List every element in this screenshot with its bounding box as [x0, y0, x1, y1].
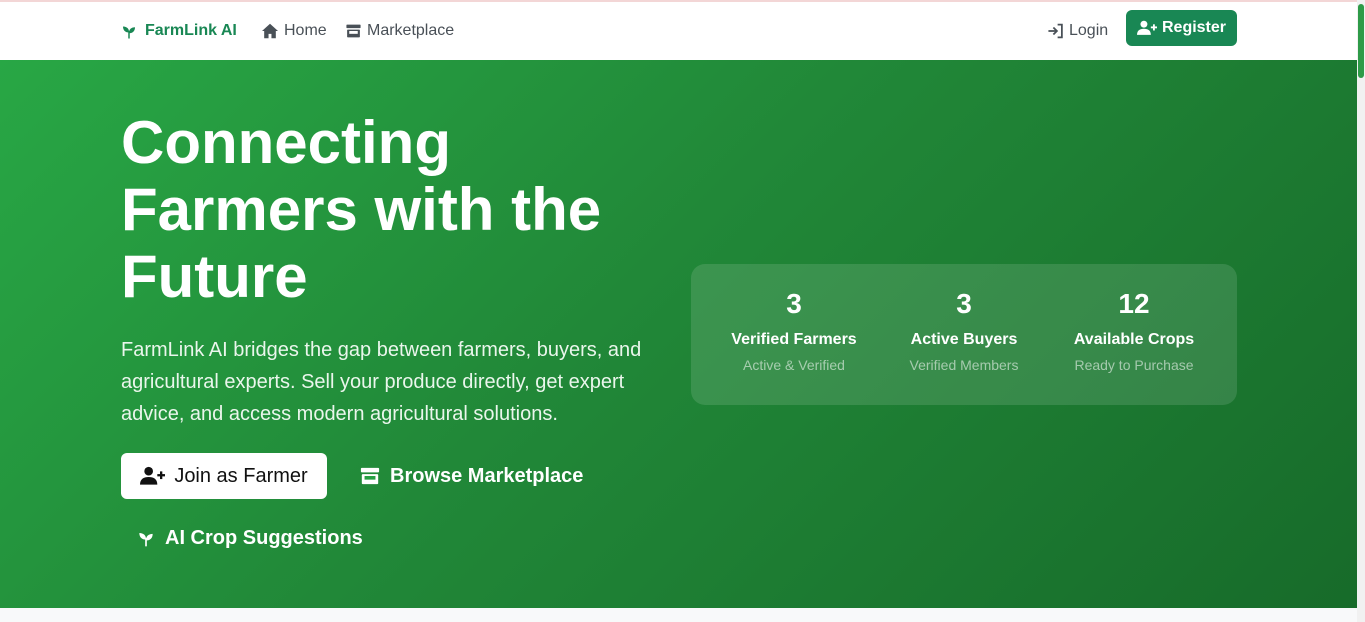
stat-available-crops: 12 Available Crops Ready to Purchase [1049, 264, 1219, 405]
user-plus-icon [140, 466, 166, 486]
scrollbar[interactable] [1357, 0, 1365, 622]
seedling-icon [136, 528, 156, 548]
browse-marketplace-button[interactable]: Browse Marketplace [359, 453, 583, 499]
stat-number: 3 [786, 288, 802, 319]
nav-marketplace-link[interactable]: Marketplace [345, 19, 454, 43]
ai-crop-suggestions-button[interactable]: AI Crop Suggestions [136, 516, 363, 560]
stat-label: Active Buyers [910, 331, 1018, 348]
nav-marketplace-label: Marketplace [367, 22, 455, 39]
stat-subtitle: Ready to Purchase [1074, 357, 1194, 373]
nav-home-link[interactable]: Home [261, 19, 327, 43]
store-icon [345, 23, 362, 39]
scrollbar-thumb[interactable] [1358, 4, 1364, 78]
user-plus-icon [1136, 20, 1157, 36]
navbar: FarmLink AI Home Marketplace Login Regis… [0, 2, 1357, 60]
register-label: Register [1161, 19, 1227, 36]
sign-in-icon [1047, 23, 1064, 39]
stat-active-buyers: 3 Active Buyers Verified Members [879, 264, 1049, 405]
hero-description: FarmLink AI bridges the gap between farm… [121, 339, 642, 425]
stat-subtitle: Verified Members [909, 357, 1019, 373]
ai-crop-suggestions-label: AI Crop Suggestions [165, 526, 363, 549]
home-icon [261, 23, 279, 39]
join-as-farmer-label: Join as Farmer [174, 464, 308, 487]
hero-title: Connecting Farmers with the Future [121, 109, 602, 310]
stat-number: 3 [956, 288, 972, 319]
hero-section: Connecting Farmers with the Future FarmL… [0, 60, 1357, 608]
brand-link[interactable]: FarmLink AI [120, 19, 237, 43]
brand-name: FarmLink AI [145, 22, 237, 39]
join-as-farmer-button[interactable]: Join as Farmer [121, 453, 327, 499]
nav-home-label: Home [284, 22, 327, 39]
store-icon [359, 466, 381, 486]
stat-label: Verified Farmers [731, 331, 857, 348]
seedling-icon [120, 22, 138, 40]
stats-card: 3 Verified Farmers Active & Verified 3 A… [691, 264, 1237, 405]
stat-label: Available Crops [1073, 331, 1195, 348]
stat-verified-farmers: 3 Verified Farmers Active & Verified [709, 264, 879, 405]
login-link[interactable]: Login [1047, 19, 1108, 43]
register-button[interactable]: Register [1126, 10, 1237, 46]
browse-marketplace-label: Browse Marketplace [390, 464, 584, 487]
login-label: Login [1069, 22, 1109, 39]
stat-number: 12 [1118, 288, 1150, 319]
stat-subtitle: Active & Verified [743, 357, 845, 373]
